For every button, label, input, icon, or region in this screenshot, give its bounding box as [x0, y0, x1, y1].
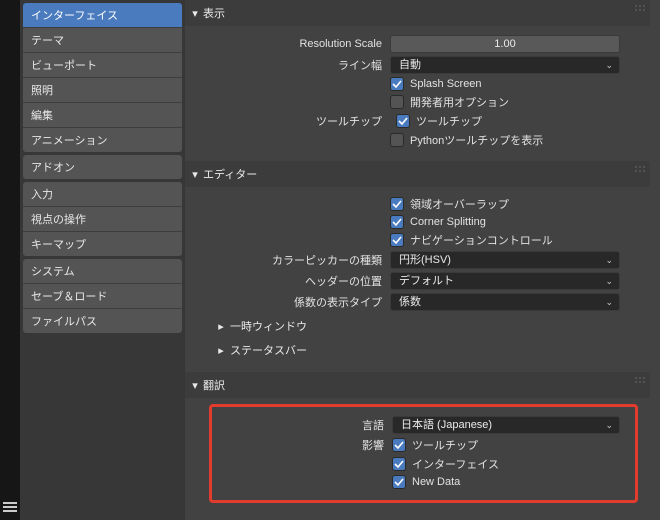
- panel-header-translation[interactable]: ▾ 翻訳: [185, 372, 650, 398]
- region-overlap-label: 領域オーバーラップ: [410, 196, 509, 212]
- left-rail: [0, 0, 20, 520]
- line-width-label: ライン幅: [195, 57, 390, 73]
- sidebar-item[interactable]: 編集: [23, 103, 182, 128]
- sidebar-item[interactable]: テーマ: [23, 28, 182, 53]
- sidebar-item[interactable]: 視点の操作: [23, 207, 182, 232]
- translate-newdata-label: New Data: [412, 476, 460, 488]
- sidebar-item[interactable]: アドオン: [23, 155, 182, 179]
- color-picker-select[interactable]: 円形(HSV)⌄: [390, 251, 620, 269]
- chevron-down-icon: ⌄: [605, 252, 613, 268]
- sidebar: インターフェイステーマビューポート照明編集アニメーションアドオン入力視点の操作キ…: [20, 0, 185, 520]
- python-tooltip-checkbox[interactable]: [390, 133, 404, 147]
- sidebar-item[interactable]: ビューポート: [23, 53, 182, 78]
- chevron-down-icon: ⌄: [605, 417, 613, 433]
- nav-controls-checkbox[interactable]: [390, 233, 404, 247]
- line-width-select[interactable]: 自動⌄: [390, 56, 620, 74]
- sidebar-item[interactable]: 入力: [23, 182, 182, 207]
- corner-splitting-label: Corner Splitting: [410, 216, 486, 228]
- panel-header-display[interactable]: ▾ 表示: [185, 0, 650, 26]
- panel-body-translation: 言語 日本語 (Japanese)⌄ 影響 ツールチップ インターフェイス Ne…: [185, 398, 650, 520]
- nav-controls-label: ナビゲーションコントロール: [410, 232, 553, 248]
- translate-tooltips-checkbox[interactable]: [392, 438, 406, 452]
- developer-extras-label: 開発者用オプション: [410, 94, 509, 110]
- chevron-down-icon: ⌄: [605, 57, 613, 73]
- panel-header-editor[interactable]: ▾ エディター: [185, 161, 650, 187]
- factor-display-select[interactable]: 係数⌄: [390, 293, 620, 311]
- subpanel-temp-windows[interactable]: ▸ 一時ウィンドウ: [195, 314, 640, 338]
- resolution-scale-label: Resolution Scale: [195, 38, 390, 50]
- affect-label: 影響: [220, 437, 392, 453]
- drag-grip-icon[interactable]: [634, 376, 646, 384]
- translate-interface-checkbox[interactable]: [392, 457, 406, 471]
- sidebar-item[interactable]: システム: [23, 259, 182, 284]
- language-label: 言語: [220, 417, 392, 433]
- chevron-down-icon: ▾: [191, 379, 199, 392]
- corner-splitting-checkbox[interactable]: [390, 215, 404, 229]
- sidebar-item[interactable]: キーマップ: [23, 232, 182, 256]
- drag-grip-icon[interactable]: [634, 165, 646, 173]
- translate-tooltips-label: ツールチップ: [412, 437, 478, 453]
- panel-body-editor: 領域オーバーラップ Corner Splitting ナビゲーションコントロール…: [185, 187, 650, 372]
- chevron-right-icon: ▸: [217, 320, 225, 333]
- resolution-scale-field[interactable]: 1.00: [390, 35, 620, 53]
- sidebar-item[interactable]: ファイルパス: [23, 309, 182, 333]
- python-tooltip-label: Pythonツールチップを表示: [410, 132, 543, 148]
- splash-label: Splash Screen: [410, 78, 482, 90]
- language-select[interactable]: 日本語 (Japanese)⌄: [392, 416, 620, 434]
- factor-display-label: 係数の表示タイプ: [195, 294, 390, 310]
- region-overlap-checkbox[interactable]: [390, 197, 404, 211]
- chevron-right-icon: ▸: [217, 344, 225, 357]
- color-picker-label: カラーピッカーの種類: [195, 252, 390, 268]
- tooltip-checkbox[interactable]: [396, 114, 410, 128]
- tooltip-label: ツールチップ: [416, 113, 482, 129]
- chevron-down-icon: ▾: [191, 168, 199, 181]
- sidebar-item[interactable]: インターフェイス: [23, 3, 182, 28]
- preferences-main: ▾ 表示 Resolution Scale 1.00 ライン幅 自動⌄ Spla…: [185, 0, 660, 520]
- header-position-select[interactable]: デフォルト⌄: [390, 272, 620, 290]
- sidebar-item[interactable]: セーブ＆ロード: [23, 284, 182, 309]
- tooltip-section-label: ツールチップ: [195, 113, 390, 129]
- splash-checkbox[interactable]: [390, 77, 404, 91]
- chevron-down-icon: ▾: [191, 7, 199, 20]
- sidebar-item[interactable]: 照明: [23, 78, 182, 103]
- translate-interface-label: インターフェイス: [412, 456, 499, 472]
- subpanel-status-bar[interactable]: ▸ ステータスバー: [195, 338, 640, 362]
- panel-title: エディター: [203, 166, 257, 182]
- header-position-label: ヘッダーの位置: [195, 273, 390, 289]
- chevron-down-icon: ⌄: [605, 273, 613, 289]
- sidebar-item[interactable]: アニメーション: [23, 128, 182, 152]
- panel-title: 翻訳: [203, 377, 225, 393]
- chevron-down-icon: ⌄: [605, 294, 613, 310]
- drag-grip-icon[interactable]: [634, 4, 646, 12]
- developer-extras-checkbox[interactable]: [390, 95, 404, 109]
- hamburger-icon[interactable]: [3, 500, 17, 514]
- panel-body-display: Resolution Scale 1.00 ライン幅 自動⌄ Splash Sc…: [185, 26, 650, 161]
- translate-newdata-checkbox[interactable]: [392, 475, 406, 489]
- panel-title: 表示: [203, 5, 225, 21]
- translation-highlight-box: 言語 日本語 (Japanese)⌄ 影響 ツールチップ インターフェイス Ne…: [209, 404, 638, 503]
